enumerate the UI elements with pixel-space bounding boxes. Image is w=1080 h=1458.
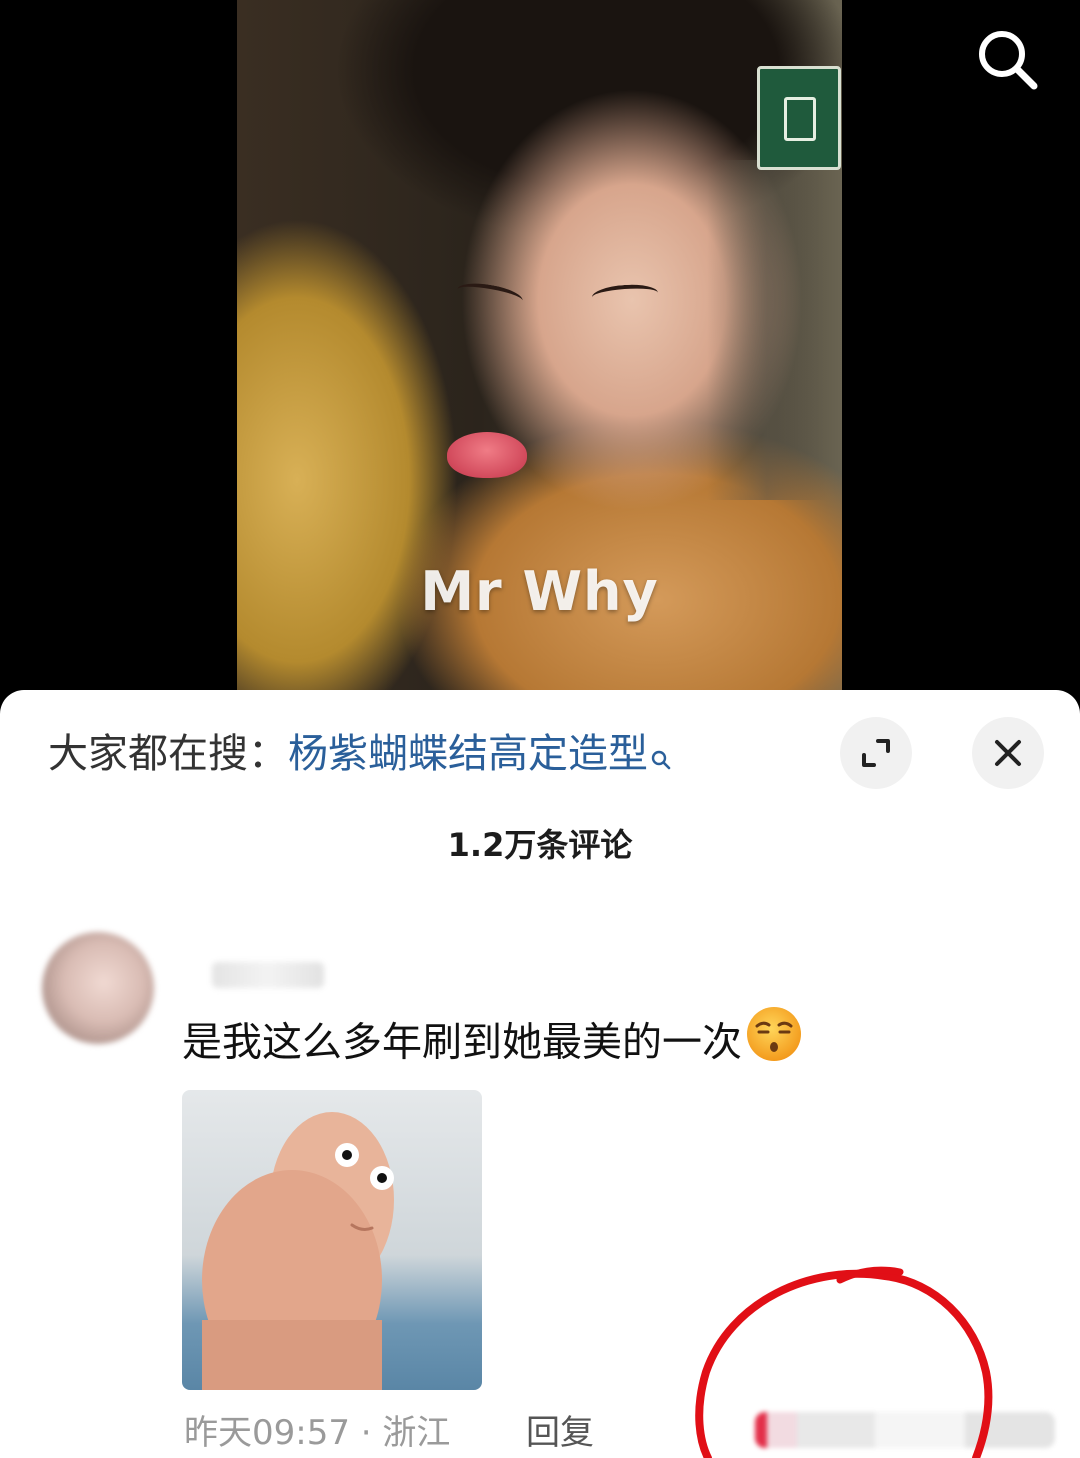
bald-figure-sticker bbox=[202, 1112, 394, 1390]
comment-body: 是我这么多年刷到她最美的一次 bbox=[182, 1019, 742, 1066]
face-eye-right bbox=[591, 282, 659, 308]
video-frame[interactable]: Mr Why bbox=[237, 0, 842, 692]
background-pillar bbox=[707, 160, 827, 500]
avatar[interactable] bbox=[42, 932, 154, 1044]
reply-button[interactable]: 回复 bbox=[526, 1408, 594, 1458]
comment-text: 是我这么多年刷到她最美的一次 bbox=[182, 1007, 804, 1079]
meta-separator: · bbox=[349, 1413, 383, 1453]
background-sign bbox=[757, 66, 841, 170]
smirk-face-emoji-icon bbox=[744, 1004, 804, 1079]
comment-meta: 昨天09:57 · 浙江 bbox=[184, 1408, 450, 1458]
username-blurred[interactable] bbox=[212, 962, 324, 988]
face-lips bbox=[447, 432, 527, 478]
face-eye-left bbox=[455, 279, 525, 311]
red-annotation-circle bbox=[695, 1266, 993, 1458]
search-button[interactable] bbox=[972, 24, 1042, 94]
search-icon bbox=[979, 31, 1038, 90]
video-player[interactable]: Mr Why bbox=[0, 0, 1080, 700]
video-watermark: Mr Why bbox=[420, 560, 659, 623]
comment-time: 昨天09:57 bbox=[184, 1413, 350, 1453]
comment-sticker-image[interactable] bbox=[182, 1090, 482, 1390]
comment-location: 浙江 bbox=[382, 1413, 451, 1453]
